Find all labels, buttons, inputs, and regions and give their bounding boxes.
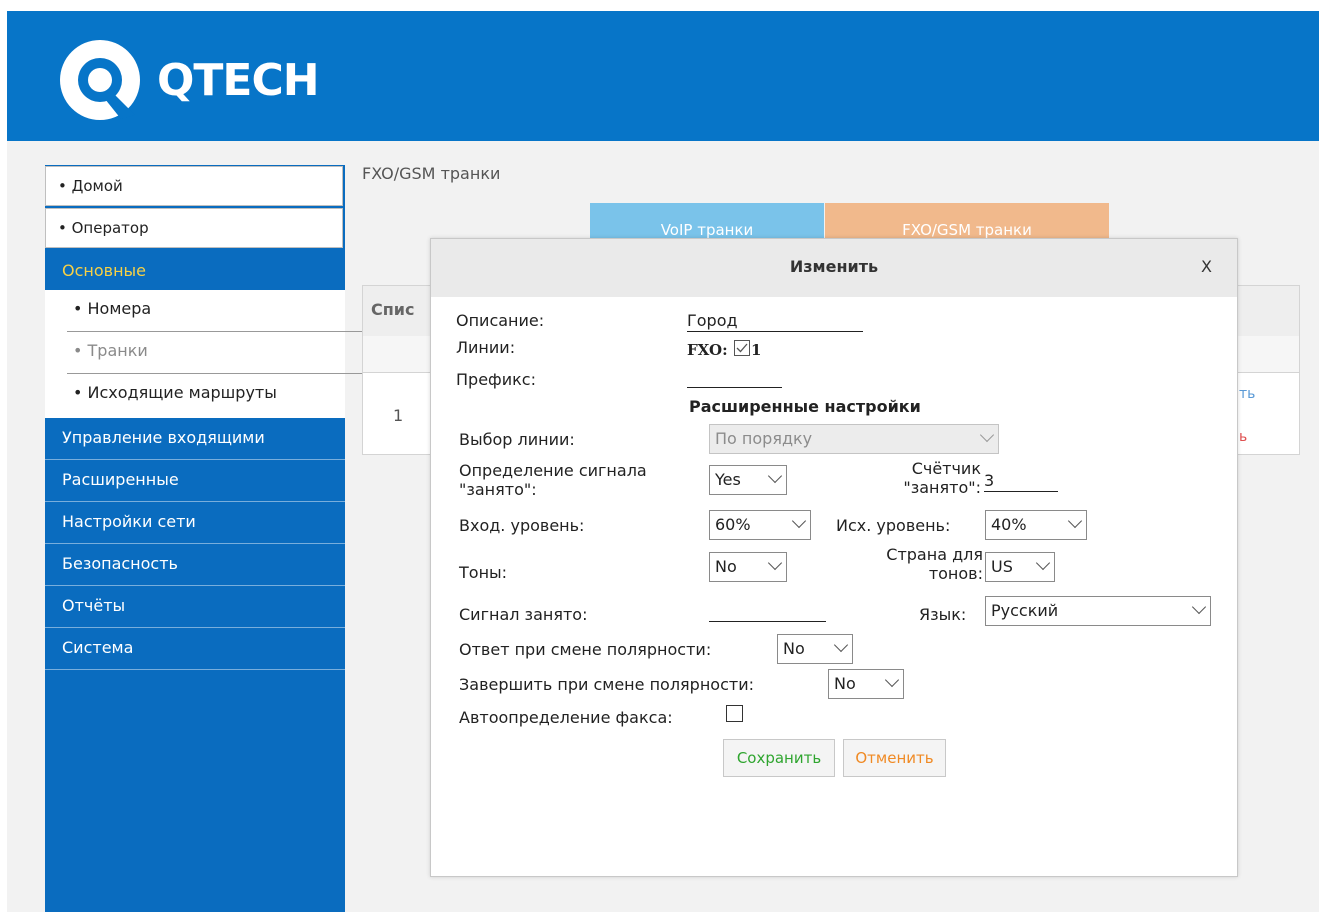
cancel-button[interactable]: Отменить: [843, 739, 946, 777]
fxo-line-number: 1: [751, 341, 762, 359]
line-select-label: Выбор линии:: [459, 430, 575, 449]
nav-subitem-trunks-label[interactable]: • Транки: [73, 341, 148, 360]
nav-section-inbound[interactable]: Управление входящими: [45, 418, 345, 460]
prefix-label: Префикс:: [456, 370, 536, 389]
polarity-answer-label: Ответ при смене полярности:: [459, 640, 712, 659]
tx-level-label: Исх. уровень:: [836, 516, 951, 535]
chevron-down-icon: [833, 637, 849, 653]
line-select-value: По порядку: [715, 429, 813, 448]
busy-signal-input[interactable]: [709, 601, 826, 622]
nav-section-advanced[interactable]: Расширенные: [45, 460, 345, 502]
chevron-down-icon: [1035, 555, 1051, 571]
nav-item-operator[interactable]: • Оператор: [45, 208, 343, 248]
busy-signal-label: Сигнал занято:: [459, 605, 588, 624]
lines-label: Линии:: [456, 338, 516, 357]
line-select-dropdown[interactable]: По порядку: [709, 424, 999, 454]
busy-detect-label-line2: "занято":: [459, 480, 537, 499]
table-header-label: Спис: [371, 300, 415, 319]
busy-count-label: Счётчик "занято":: [877, 459, 981, 497]
nav-subitem-numbers-label[interactable]: • Номера: [73, 299, 151, 318]
polarity-hangup-value: No: [834, 674, 856, 693]
tone-country-label-line2: тонов:: [928, 564, 983, 583]
polarity-answer-value: No: [783, 639, 805, 658]
description-input[interactable]: Город: [687, 311, 863, 332]
fax-detect-checkbox[interactable]: [726, 705, 743, 722]
tx-level-value: 40%: [991, 515, 1027, 534]
nav-section-system[interactable]: Система: [45, 628, 345, 670]
language-label: Язык:: [919, 605, 967, 624]
tone-country-value: US: [991, 557, 1013, 576]
tx-level-select[interactable]: 40%: [985, 510, 1087, 540]
table-row-index: 1: [393, 406, 404, 425]
tone-country-select[interactable]: US: [985, 552, 1055, 582]
tab-fxo-gsm-trunks[interactable]: FXO/GSM транки: [825, 203, 1109, 243]
nav-subitem-trunks[interactable]: • Транки: [45, 332, 367, 374]
description-label: Описание:: [456, 311, 545, 330]
busy-detect-label-line1: Определение сигнала: [459, 461, 647, 480]
tones-value: No: [715, 557, 737, 576]
dialog-header: Изменить X: [431, 239, 1237, 297]
chevron-down-icon: [1191, 599, 1207, 615]
nav-section-network[interactable]: Настройки сети: [45, 502, 345, 544]
tones-select[interactable]: No: [709, 552, 787, 582]
nav-section-reports[interactable]: Отчёты: [45, 586, 345, 628]
fxo-label: FXO:: [687, 341, 728, 359]
close-button[interactable]: X: [1201, 257, 1212, 276]
busy-detect-value: Yes: [715, 470, 741, 489]
tab-voip-trunks[interactable]: VoIP транки: [590, 203, 824, 243]
nav-item-home[interactable]: • Домой: [45, 166, 343, 206]
rx-level-value: 60%: [715, 515, 751, 534]
busy-count-label-line1: Счётчик: [911, 459, 981, 478]
language-select[interactable]: Русский: [985, 596, 1211, 626]
busy-detect-label: Определение сигнала "занято":: [459, 461, 647, 499]
fxo-line-checkbox-checked-icon[interactable]: [734, 340, 750, 356]
chevron-down-icon: [1067, 513, 1083, 529]
polarity-hangup-select[interactable]: No: [828, 669, 904, 699]
busy-count-label-line2: "занято":: [903, 478, 981, 497]
chevron-down-icon: [791, 513, 807, 529]
brand-name: QTECH: [157, 55, 320, 106]
qtech-logo-icon: [60, 40, 140, 120]
header-bar: QTECH: [7, 11, 1319, 141]
chevron-down-icon: [767, 555, 783, 571]
fax-detect-label: Автоопределение факса:: [459, 708, 673, 727]
nav-section-basic[interactable]: Основные: [45, 251, 345, 293]
rx-level-label: Вход. уровень:: [459, 516, 585, 535]
language-value: Русский: [991, 601, 1059, 620]
chevron-down-icon: [979, 427, 995, 443]
nav-subitem-outbound-routes-label[interactable]: • Исходящие маршруты: [73, 383, 277, 402]
tone-country-label-line1: Страна для: [886, 545, 983, 564]
advanced-settings-title: Расширенные настройки: [689, 397, 921, 416]
busy-count-input[interactable]: 3: [984, 471, 1058, 492]
breadcrumb: FXO/GSM транки: [362, 164, 501, 183]
nav-section-security[interactable]: Безопасность: [45, 544, 345, 586]
delete-link[interactable]: ь: [1239, 429, 1247, 445]
polarity-hangup-label: Завершить при смене полярности:: [459, 675, 754, 694]
nav-subitem-numbers[interactable]: • Номера: [45, 290, 367, 332]
chevron-down-icon: [884, 672, 900, 688]
edit-link[interactable]: ть: [1239, 386, 1255, 402]
dialog-title: Изменить: [789, 257, 879, 276]
tone-country-label: Страна для тонов:: [851, 545, 983, 583]
save-button[interactable]: Сохранить: [723, 739, 835, 777]
nav-subitem-outbound-routes[interactable]: • Исходящие маршруты: [45, 374, 345, 418]
polarity-answer-select[interactable]: No: [777, 634, 853, 664]
prefix-input[interactable]: [687, 367, 782, 388]
tones-label: Тоны:: [459, 563, 508, 582]
rx-level-select[interactable]: 60%: [709, 510, 811, 540]
busy-detect-select[interactable]: Yes: [709, 465, 787, 495]
edit-dialog: Изменить X Описание: Город Линии: FXO: 1…: [430, 238, 1238, 877]
chevron-down-icon: [767, 468, 783, 484]
